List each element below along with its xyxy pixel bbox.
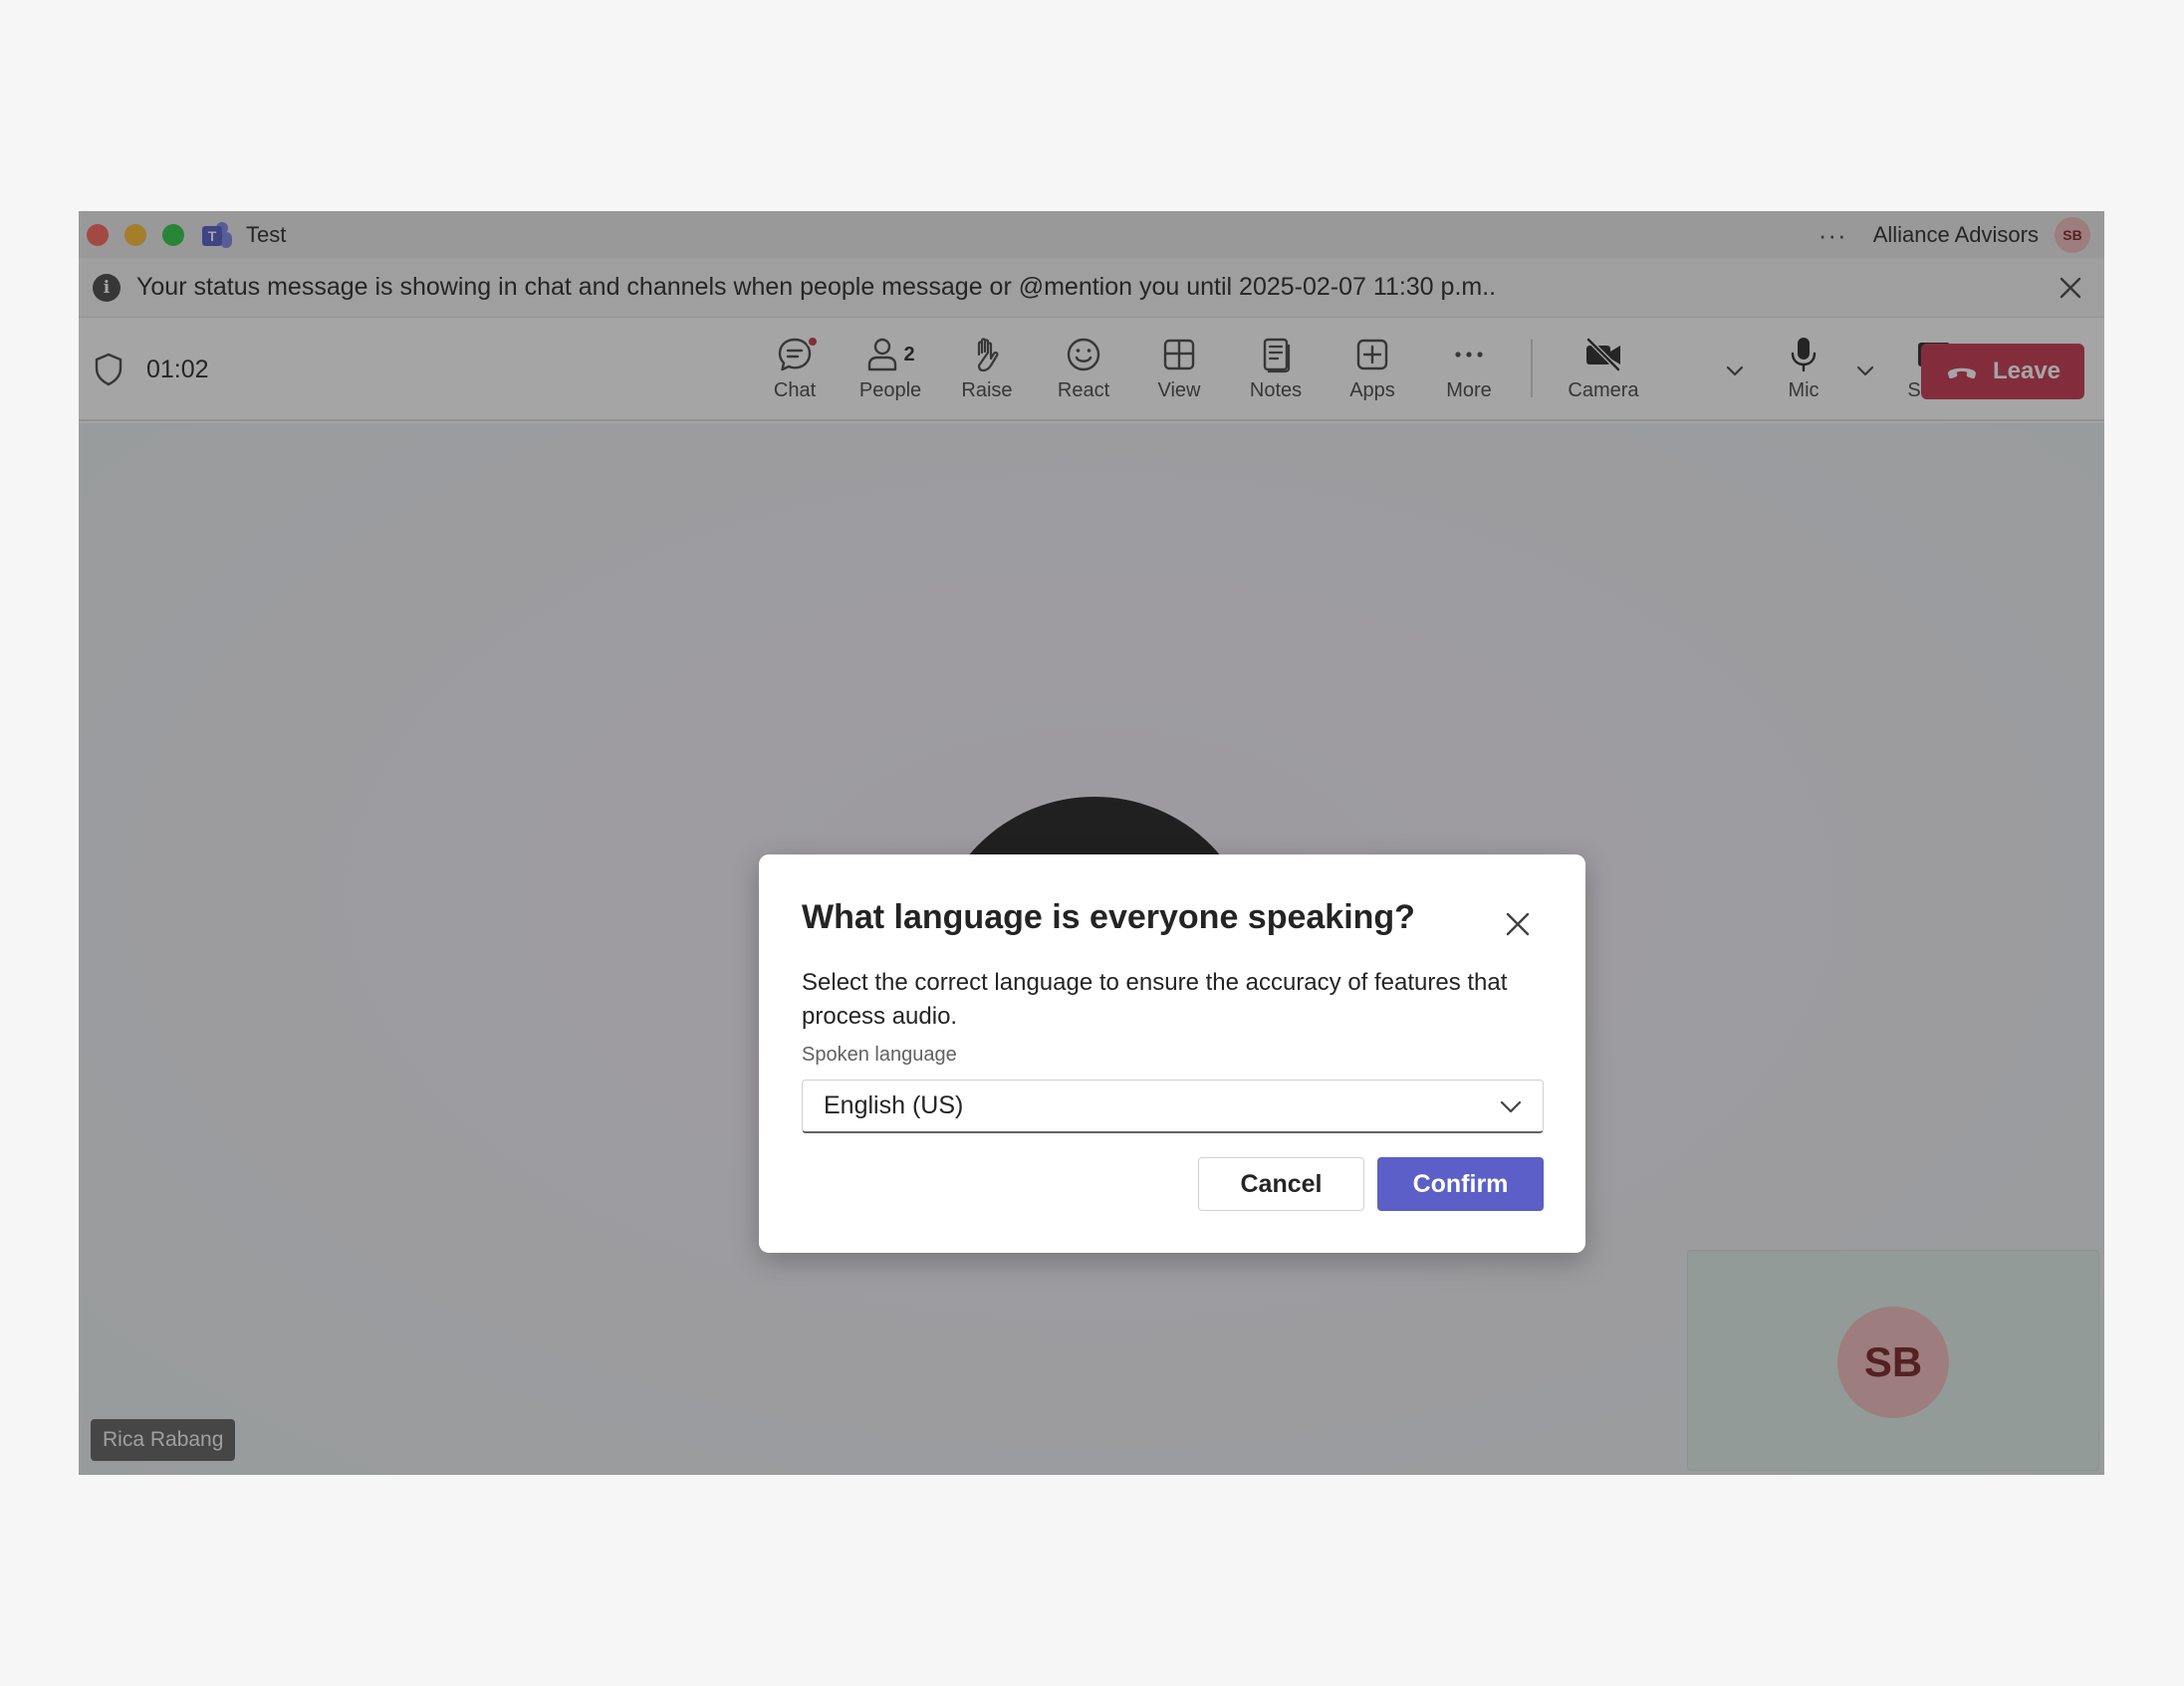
cancel-button[interactable]: Cancel [1198,1157,1364,1211]
teams-meeting-window: T Test ··· Alliance Advisors SB i Your s… [79,211,2104,1475]
spoken-language-dropdown[interactable]: English (US) [802,1080,1544,1133]
dialog-title: What language is everyone speaking? [802,898,1415,936]
spoken-language-dialog: What language is everyone speaking? Sele… [759,854,1585,1253]
chevron-down-icon [1500,1100,1522,1112]
confirm-button[interactable]: Confirm [1377,1157,1544,1211]
selected-language: English (US) [824,1091,964,1119]
modal-overlay [79,211,2104,1475]
close-icon [1506,912,1530,936]
dialog-close-button[interactable] [1498,904,1538,944]
spoken-language-label: Spoken language [802,1044,957,1066]
dialog-description: Select the correct language to ensure th… [802,969,1508,1030]
